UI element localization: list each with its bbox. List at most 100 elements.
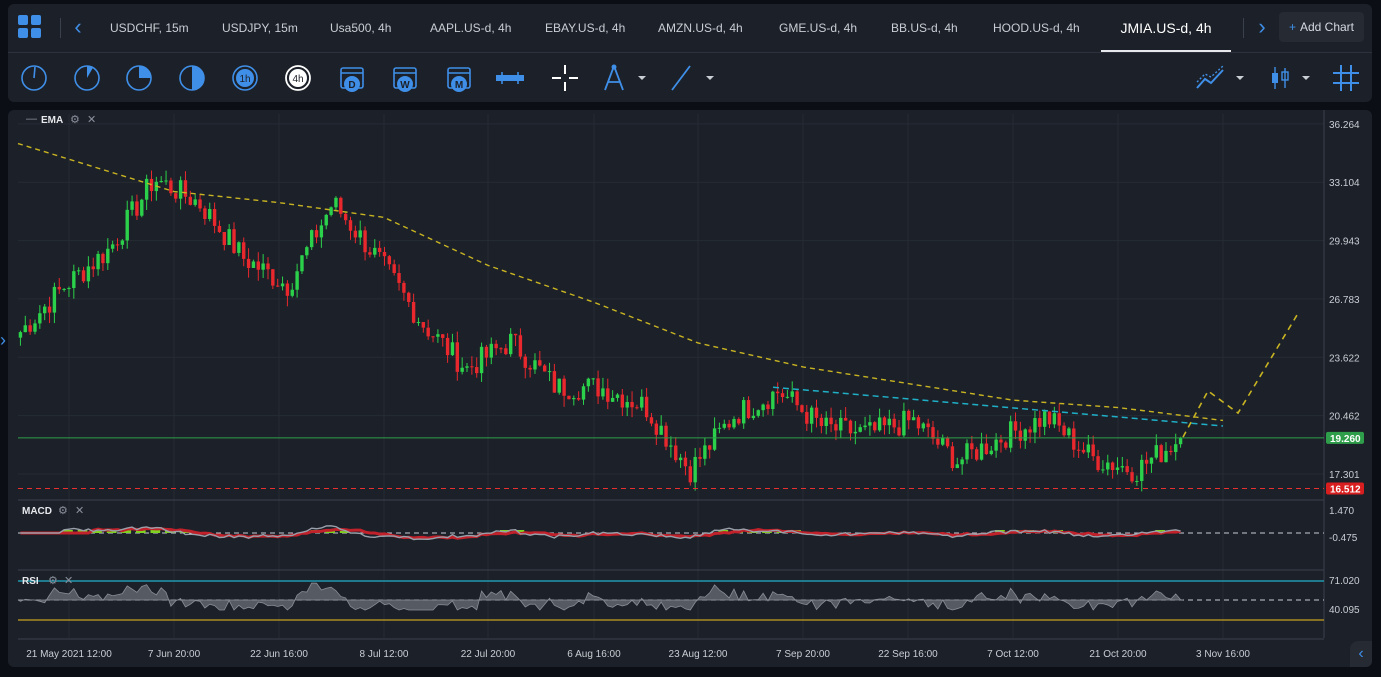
add-chart-button[interactable]: + Add Chart	[1278, 12, 1364, 42]
chart-tab[interactable]: BB.US-d, 4h	[891, 4, 958, 52]
candle-body	[1013, 421, 1018, 431]
macd-settings-icon[interactable]: ⚙	[58, 504, 68, 517]
candle-body	[256, 261, 260, 270]
candle-body	[1135, 480, 1139, 482]
candle-body	[863, 425, 867, 428]
candle-body	[1072, 428, 1076, 450]
candle-body	[654, 423, 659, 435]
crosshair-icon[interactable]	[549, 62, 581, 94]
candle-body	[455, 342, 460, 372]
add-chart-label: Add Chart	[1299, 20, 1354, 34]
line-tool-dropdown-icon[interactable]	[702, 62, 718, 94]
candle-body	[746, 400, 751, 419]
candle-body	[533, 360, 537, 370]
candle-body	[76, 270, 81, 272]
chart-tab[interactable]: EBAY.US-d, 4h	[545, 4, 625, 52]
clock-4h-icon[interactable]: 4h	[282, 62, 314, 94]
macd-tick-label: -0.475	[1329, 533, 1358, 544]
clock-30m-icon[interactable]	[176, 62, 208, 94]
clock-5m-icon[interactable]	[71, 62, 103, 94]
candle-body	[407, 292, 411, 303]
candle-body	[999, 439, 1003, 443]
chart-tab[interactable]: USDCHF, 15m	[110, 4, 189, 52]
tabs-scroll-left-icon[interactable]: ‹	[70, 16, 86, 40]
candle-body	[271, 269, 275, 286]
candle-body	[518, 335, 523, 357]
candle-body	[1149, 457, 1154, 464]
calendar-week-icon[interactable]: W	[389, 62, 421, 94]
indicators-icon[interactable]	[1194, 62, 1226, 94]
candle-body	[819, 417, 824, 427]
indicators-dropdown-icon[interactable]	[1232, 62, 1248, 94]
candle-body	[178, 180, 183, 199]
candle-body	[814, 407, 819, 418]
candle-body	[1110, 462, 1115, 470]
price-chart[interactable]: 36.264 33.104 29.943 26.783 23.622 20.462 17.3…	[8, 110, 1372, 667]
candle-body	[659, 425, 663, 435]
grid-toggle-icon[interactable]	[1330, 62, 1362, 94]
clock-1h-icon[interactable]: 1h	[229, 62, 261, 94]
chart-type-dropdown-icon[interactable]	[1298, 62, 1314, 94]
ema-settings-icon[interactable]: ⚙	[70, 113, 80, 126]
time-tick-label: 23 Aug 12:00	[669, 649, 728, 660]
ema-close-icon[interactable]: ✕	[87, 113, 96, 126]
candle-body	[1062, 425, 1066, 436]
line-tool-icon[interactable]	[666, 62, 698, 94]
candle-body	[309, 230, 314, 248]
macd-close-icon[interactable]: ✕	[75, 504, 84, 517]
candle-body	[581, 386, 586, 400]
price-tick-label: 23.622	[1329, 353, 1360, 364]
layout-grid-icon[interactable]	[18, 15, 42, 39]
rsi-close-icon[interactable]: ✕	[64, 574, 73, 587]
rsi-settings-icon[interactable]: ⚙	[48, 574, 58, 587]
chart-type-candles-icon[interactable]	[1264, 62, 1296, 94]
candle-body	[615, 394, 620, 398]
candle-body	[678, 457, 683, 461]
candle-body	[106, 248, 110, 264]
candle-body	[411, 302, 416, 323]
candle-body	[164, 180, 168, 182]
candle-body	[67, 288, 71, 290]
chart-tab[interactable]: AAPL.US-d, 4h	[430, 4, 511, 52]
drawing-tools-icon[interactable]	[598, 62, 630, 94]
collapse-icon[interactable]: —	[26, 113, 37, 125]
rsi-area	[17, 582, 1184, 611]
candle-body	[144, 178, 149, 200]
tabs-scroll-right-icon[interactable]: ›	[1254, 16, 1270, 40]
candle-body	[363, 230, 367, 253]
chart-tab[interactable]: USDJPY, 15m	[222, 4, 298, 52]
clock-15m-icon[interactable]	[123, 62, 155, 94]
candle-body	[275, 285, 280, 287]
calendar-month-icon[interactable]: M	[443, 62, 475, 94]
candle-body	[620, 394, 625, 408]
chart-area[interactable]: 36.264 33.104 29.943 26.783 23.622 20.462 17.3…	[8, 110, 1372, 667]
candle-body	[1164, 450, 1168, 463]
chart-tab[interactable]: JMIA.US-d, 4h	[1101, 4, 1231, 52]
candle-body	[227, 229, 231, 245]
candle-body	[717, 427, 722, 429]
candle-body	[397, 273, 401, 283]
candle-body	[499, 348, 503, 350]
chart-tab[interactable]: HOOD.US-d, 4h	[993, 4, 1080, 52]
candle-body	[465, 366, 469, 368]
chart-tab[interactable]: AMZN.US-d, 4h	[658, 4, 743, 52]
measure-range-icon[interactable]	[494, 62, 526, 94]
candle-body	[232, 229, 236, 253]
drawing-tools-dropdown-icon[interactable]	[634, 62, 650, 94]
candle-body	[348, 220, 353, 231]
candle-body	[81, 270, 86, 282]
clock-1m-icon[interactable]	[18, 62, 50, 94]
candle-body	[1004, 442, 1008, 448]
expand-panel-icon[interactable]: ‹	[1350, 641, 1372, 667]
chart-tab[interactable]: GME.US-d, 4h	[779, 4, 857, 52]
candle-body	[538, 360, 542, 366]
candle-body	[120, 240, 125, 245]
candle-body	[242, 242, 246, 259]
candle-body	[1052, 413, 1057, 425]
time-tick-label: 7 Jun 20:00	[148, 649, 201, 660]
candle-body	[703, 445, 707, 459]
side-panel-toggle-icon[interactable]: ›	[0, 330, 6, 351]
calendar-day-icon[interactable]: D	[336, 62, 368, 94]
chart-tab[interactable]: Usa500, 4h	[330, 4, 391, 52]
candle-body	[329, 207, 333, 215]
